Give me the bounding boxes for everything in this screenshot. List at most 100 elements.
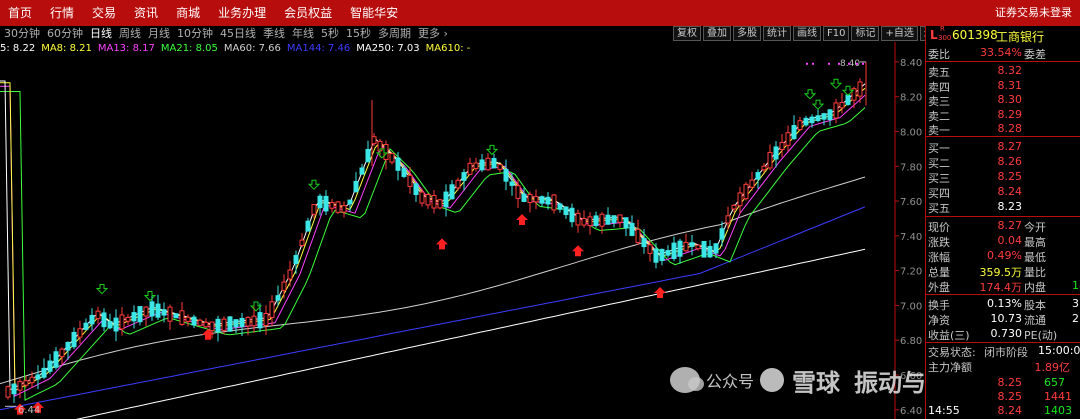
toolbar-button[interactable]: 叠加 bbox=[703, 26, 731, 41]
stat2-value-2: 2 bbox=[1072, 312, 1079, 325]
candle-body bbox=[179, 310, 185, 325]
y-axis-label: 7.60 bbox=[900, 197, 922, 208]
candle-body bbox=[185, 316, 191, 322]
period-tab[interactable]: 月线 bbox=[148, 26, 170, 42]
divider bbox=[926, 136, 1080, 137]
stat2-row: 收益(三) 0.730 PE(动) bbox=[926, 327, 1080, 342]
candle-body bbox=[131, 312, 137, 322]
candle-body bbox=[599, 213, 605, 227]
trade-status-value: 闭市阶段 bbox=[984, 346, 1028, 359]
marker-dot bbox=[856, 62, 858, 65]
divider bbox=[926, 294, 1080, 295]
watermark: 公众号 雪球 振动与波 bbox=[670, 362, 950, 398]
candle-body bbox=[71, 331, 77, 348]
menu-member[interactable]: 会员权益 bbox=[276, 0, 342, 26]
candle-body bbox=[713, 243, 719, 254]
candle-body bbox=[431, 194, 437, 209]
tick-time: 14:55 bbox=[928, 404, 960, 417]
candle-body bbox=[191, 316, 197, 326]
toolbar-button[interactable]: 画线 bbox=[793, 26, 821, 41]
candle-body bbox=[41, 367, 47, 378]
period-tab[interactable]: 季线 bbox=[263, 26, 285, 42]
period-tab[interactable]: 5秒 bbox=[321, 26, 339, 42]
toolbar-button[interactable]: 复权 bbox=[673, 26, 701, 41]
candle-body bbox=[305, 220, 311, 232]
toolbar-button[interactable]: 标记 bbox=[851, 26, 880, 41]
menu-mall[interactable]: 商城 bbox=[168, 0, 210, 26]
period-tab[interactable]: 年线 bbox=[292, 26, 314, 42]
sell-price: 8.30 bbox=[997, 93, 1023, 106]
stat2-label-2: 股本 bbox=[1024, 299, 1046, 312]
y-axis-label: 7.00 bbox=[900, 301, 922, 312]
candle-body bbox=[125, 316, 131, 322]
candle-body bbox=[269, 301, 275, 318]
main-net-value: 1.89亿 bbox=[1034, 361, 1071, 374]
candle-body bbox=[137, 306, 143, 323]
toolbar-button[interactable]: +自选 bbox=[881, 26, 918, 41]
period-tab[interactable]: 45日线 bbox=[220, 26, 256, 42]
candle-body bbox=[389, 153, 395, 163]
candle-body bbox=[419, 191, 425, 204]
menu-home[interactable]: 首页 bbox=[0, 0, 42, 26]
menu-business[interactable]: 业务办理 bbox=[210, 0, 276, 26]
main-net-label: 主力净额 bbox=[928, 361, 972, 374]
menu-news[interactable]: 资讯 bbox=[126, 0, 168, 26]
toolbar-button[interactable]: 统计 bbox=[763, 26, 791, 41]
candle-body bbox=[533, 196, 539, 203]
candle-body bbox=[11, 383, 17, 395]
candle-body bbox=[233, 319, 239, 328]
candle-body bbox=[557, 203, 563, 210]
menu-trade[interactable]: 交易 bbox=[84, 0, 126, 26]
login-status[interactable]: 证券交易未登录 bbox=[995, 0, 1072, 26]
candle-body bbox=[779, 141, 785, 151]
low-price-label: 6.44 bbox=[18, 405, 40, 416]
menu-smart[interactable]: 智能华安 bbox=[342, 0, 408, 26]
candle-body bbox=[65, 341, 71, 351]
menu-quotes[interactable]: 行情 bbox=[42, 0, 84, 26]
candle-body bbox=[617, 214, 623, 223]
sell-price: 8.31 bbox=[997, 78, 1023, 92]
stat2-label: 换手 bbox=[928, 299, 950, 312]
candle-body bbox=[221, 318, 227, 331]
period-tab[interactable]: 更多 › bbox=[418, 26, 448, 42]
y-axis-label: 7.40 bbox=[900, 232, 922, 243]
candle-body bbox=[605, 214, 611, 225]
toolbar-button[interactable]: 多股 bbox=[733, 26, 761, 41]
candle-body bbox=[17, 381, 23, 391]
y-axis-label: 8.40 bbox=[900, 58, 922, 69]
period-tab[interactable]: 10分钟 bbox=[177, 26, 213, 42]
buy-price: 8.26 bbox=[997, 155, 1023, 168]
period-tab[interactable]: 15秒 bbox=[346, 26, 371, 42]
period-tab[interactable]: 60分钟 bbox=[47, 26, 83, 42]
weibi-row: 委比 33.54% 委差 bbox=[926, 46, 1080, 61]
y-axis-label: 7.80 bbox=[900, 162, 922, 173]
weibi-label: 委比 bbox=[928, 48, 950, 61]
buy-level-label: 买一 bbox=[928, 142, 950, 155]
candle-body bbox=[83, 322, 89, 330]
period-tab[interactable]: 周线 bbox=[119, 26, 141, 42]
candle-body bbox=[95, 310, 101, 320]
candle-body bbox=[59, 348, 65, 358]
ma-legend-item: MA610: - bbox=[425, 43, 471, 54]
candle-body bbox=[683, 241, 689, 252]
period-tab[interactable]: 日线 bbox=[90, 26, 112, 42]
ma-legend-item: MA60: 7.66 bbox=[223, 43, 281, 54]
market-flag: L bbox=[930, 28, 938, 42]
stat-label: 外盘 bbox=[928, 281, 950, 294]
candle-body bbox=[449, 184, 455, 200]
marker-dot bbox=[828, 62, 830, 65]
buy-price: 8.25 bbox=[997, 170, 1023, 183]
sell-signal-arrow bbox=[143, 291, 157, 302]
candle-body bbox=[551, 194, 557, 211]
toolbar-button[interactable]: F10 bbox=[823, 26, 850, 41]
buy-order-row: 买一 8.27 bbox=[926, 140, 1080, 155]
candle-body bbox=[53, 351, 59, 368]
stat-row: 总量 359.5万 量比 bbox=[926, 264, 1080, 279]
candle-body bbox=[569, 207, 575, 223]
period-tab[interactable]: 多周期 bbox=[378, 26, 411, 42]
marker-dot bbox=[806, 62, 808, 65]
period-tab[interactable]: 30分钟 bbox=[4, 26, 40, 42]
buy-order-row: 买二 8.26 bbox=[926, 155, 1080, 170]
candle-body bbox=[77, 328, 83, 338]
market-flag-sub: 300 bbox=[938, 34, 952, 42]
